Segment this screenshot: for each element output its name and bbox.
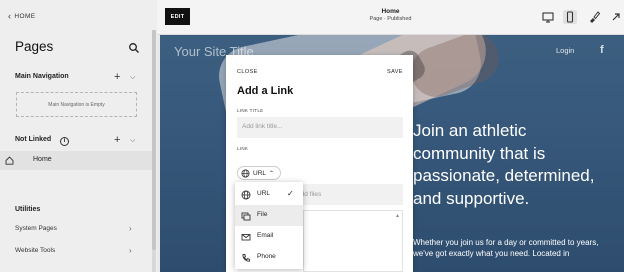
design-brush-icon[interactable] [587,10,601,24]
globe-icon [241,190,251,200]
link-type-select[interactable]: URL ⌃ [237,166,281,180]
checkmark-icon: ✓ [287,189,294,198]
desktop-view-icon[interactable] [541,10,555,24]
save-button[interactable]: SAVE [387,69,403,75]
scrollbar-thumb[interactable] [152,30,156,250]
dialog-title: Add a Link [237,85,294,97]
chevron-right-icon: › [129,246,132,255]
scroll-up-icon[interactable]: ▲ [395,213,400,219]
link-label: LINK [237,146,249,151]
file-icon [241,212,251,221]
pages-panel: ‹ HOME Pages Main Navigation + ⌵ Main Nav… [0,0,157,272]
hero-subtext: Whether you join us for a day or committ… [413,238,599,258]
site-login-link[interactable]: Login [556,46,574,55]
page-item-home[interactable]: Home [0,151,152,170]
panel-title: Pages [15,39,54,54]
link-title-input[interactable]: Add link title... [237,117,403,138]
file-list-area[interactable]: ▲ [303,210,403,272]
add-main-nav-plus-icon[interactable]: + [114,72,120,83]
sidebar-scrollbar[interactable] [152,30,156,272]
info-icon[interactable]: i [60,137,69,146]
home-icon [5,156,14,165]
search-icon[interactable] [128,42,140,54]
dropdown-item-label: Email [257,232,274,239]
dropdown-item-label: File [257,211,268,218]
facebook-icon[interactable]: f [600,44,604,56]
website-tools-link[interactable]: Website Tools [15,247,55,254]
close-button[interactable]: CLOSE [237,69,258,75]
chevron-up-icon: ⌃ [269,170,275,177]
dropdown-item-label: Phone [257,253,276,260]
main-navigation-empty-dropzone: Main Navigation is Empty [16,92,137,117]
dropdown-item-phone[interactable]: Phone [235,247,303,268]
back-home-link[interactable]: ‹ HOME [8,11,36,21]
file-picker-input[interactable]: add files [292,184,403,205]
editor-topbar: EDIT Home Page · Published [157,0,624,35]
utilities-heading: Utilities [15,206,41,213]
dropdown-item-url[interactable]: URL ✓ [235,184,303,205]
back-label: HOME [14,13,36,20]
page-item-label: Home [33,156,52,163]
system-pages-link[interactable]: System Pages [15,225,57,232]
link-type-value: URL [253,169,267,177]
email-icon [241,234,251,241]
collapse-chevron-icon[interactable]: ⌵ [130,74,135,82]
empty-text: Main Navigation is Empty [48,101,105,108]
chevron-left-icon: ‹ [8,11,12,21]
link-title-label: LINK TITLE [237,108,264,113]
add-not-linked-plus-icon[interactable]: + [114,135,120,146]
dropdown-item-file[interactable]: File [235,205,303,226]
expand-arrow-icon[interactable] [609,10,623,24]
main-navigation-heading: Main Navigation [15,73,69,80]
dropdown-item-email[interactable]: Email [235,226,303,247]
globe-icon [241,168,250,178]
phone-icon [242,254,250,262]
hero-heading: Join an athletic community that is passi… [413,121,595,208]
chevron-right-icon: › [129,224,132,233]
collapse-chevron-icon[interactable]: ⌵ [130,137,135,145]
mobile-view-icon[interactable] [563,10,577,24]
link-type-dropdown: URL ✓ File Email Phone [235,182,303,269]
dropdown-item-label: URL [257,190,271,197]
not-linked-heading: Not Linked [15,136,52,143]
